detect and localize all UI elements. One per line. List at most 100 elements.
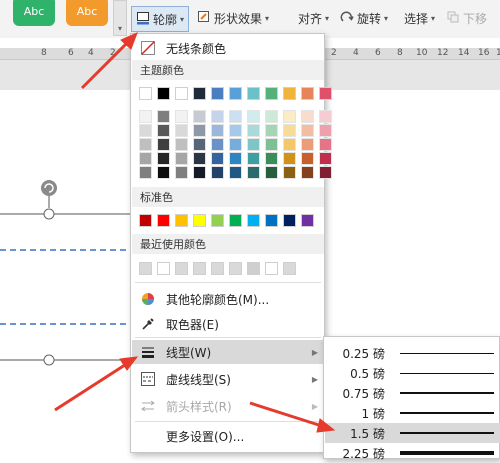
theme-color-shade-swatch[interactable] bbox=[247, 138, 260, 151]
theme-color-shade-swatch[interactable] bbox=[139, 166, 152, 179]
standard-color-swatch[interactable] bbox=[157, 214, 170, 227]
theme-color-shade-swatch[interactable] bbox=[319, 124, 332, 137]
theme-color-shade-swatch[interactable] bbox=[193, 138, 206, 151]
recent-color-swatch[interactable] bbox=[265, 262, 278, 275]
shape-style-tile-green[interactable]: Abc bbox=[13, 0, 55, 26]
standard-color-swatch[interactable] bbox=[265, 214, 278, 227]
theme-color-swatch[interactable] bbox=[211, 87, 224, 100]
theme-color-shade-swatch[interactable] bbox=[265, 138, 278, 151]
recent-color-swatch[interactable] bbox=[211, 262, 224, 275]
standard-color-swatch[interactable] bbox=[283, 214, 296, 227]
theme-color-swatch[interactable] bbox=[247, 87, 260, 100]
select-button[interactable]: 选择 ▾ bbox=[404, 10, 435, 27]
theme-color-shade-swatch[interactable] bbox=[301, 166, 314, 179]
rotate-button[interactable]: 旋转 ▾ bbox=[340, 10, 388, 27]
theme-color-shade-swatch[interactable] bbox=[139, 138, 152, 151]
line-weight-option[interactable]: 1.5 磅 bbox=[325, 423, 500, 443]
theme-color-shade-swatch[interactable] bbox=[211, 138, 224, 151]
recent-color-swatch[interactable] bbox=[139, 262, 152, 275]
theme-color-shade-swatch[interactable] bbox=[193, 166, 206, 179]
outline-button[interactable]: 轮廓 ▾ bbox=[131, 6, 190, 32]
theme-color-shade-swatch[interactable] bbox=[283, 110, 296, 123]
menu-item-more-settings[interactable]: 更多设置(O)... bbox=[132, 424, 324, 448]
theme-color-shade-swatch[interactable] bbox=[301, 110, 314, 123]
theme-color-swatch[interactable] bbox=[193, 87, 206, 100]
theme-color-shade-swatch[interactable] bbox=[265, 124, 278, 137]
theme-color-shade-swatch[interactable] bbox=[157, 138, 170, 151]
theme-color-shade-swatch[interactable] bbox=[229, 110, 242, 123]
theme-color-shade-swatch[interactable] bbox=[247, 110, 260, 123]
theme-color-shade-swatch[interactable] bbox=[301, 152, 314, 165]
line-weight-option[interactable]: 0.5 磅 bbox=[325, 363, 500, 383]
theme-color-shade-swatch[interactable] bbox=[139, 152, 152, 165]
standard-color-swatch[interactable] bbox=[139, 214, 152, 227]
style-gallery-more-button[interactable]: ▾ bbox=[113, 0, 127, 36]
theme-color-shade-swatch[interactable] bbox=[283, 166, 296, 179]
menu-item-no-line-color[interactable]: 无线条颜色 bbox=[132, 36, 324, 60]
theme-color-shade-swatch[interactable] bbox=[193, 110, 206, 123]
menu-item-dash-style[interactable]: 虚线线型(S) ▶ bbox=[132, 367, 324, 391]
theme-color-shade-swatch[interactable] bbox=[283, 138, 296, 151]
theme-color-shade-swatch[interactable] bbox=[247, 124, 260, 137]
menu-item-arrow-style[interactable]: 箭头样式(R) ▶ bbox=[132, 394, 324, 418]
theme-color-shade-swatch[interactable] bbox=[247, 152, 260, 165]
theme-color-swatch[interactable] bbox=[229, 87, 242, 100]
line-weight-option[interactable]: 0.25 磅 bbox=[325, 343, 500, 363]
theme-color-shade-swatch[interactable] bbox=[193, 152, 206, 165]
theme-color-shade-swatch[interactable] bbox=[301, 124, 314, 137]
shape-style-tile-orange[interactable]: Abc bbox=[66, 0, 108, 26]
recent-color-swatch[interactable] bbox=[175, 262, 188, 275]
line-weight-option[interactable]: 2.25 磅 bbox=[325, 443, 500, 463]
theme-color-swatch[interactable] bbox=[139, 87, 152, 100]
theme-color-shade-swatch[interactable] bbox=[175, 110, 188, 123]
standard-color-swatch[interactable] bbox=[193, 214, 206, 227]
recent-color-swatch[interactable] bbox=[283, 262, 296, 275]
standard-color-swatch[interactable] bbox=[229, 214, 242, 227]
theme-color-swatch[interactable] bbox=[175, 87, 188, 100]
theme-color-shade-swatch[interactable] bbox=[139, 110, 152, 123]
theme-color-swatch[interactable] bbox=[319, 87, 332, 100]
theme-color-shade-swatch[interactable] bbox=[247, 166, 260, 179]
theme-color-shade-swatch[interactable] bbox=[139, 124, 152, 137]
standard-color-swatch[interactable] bbox=[247, 214, 260, 227]
theme-color-shade-swatch[interactable] bbox=[193, 124, 206, 137]
standard-color-swatch[interactable] bbox=[211, 214, 224, 227]
shape-effect-button[interactable]: 形状效果 ▾ bbox=[197, 10, 269, 27]
theme-color-shade-swatch[interactable] bbox=[319, 138, 332, 151]
recent-color-swatch[interactable] bbox=[247, 262, 260, 275]
theme-color-shade-swatch[interactable] bbox=[229, 124, 242, 137]
recent-color-swatch[interactable] bbox=[229, 262, 242, 275]
theme-color-shade-swatch[interactable] bbox=[283, 152, 296, 165]
theme-color-shade-swatch[interactable] bbox=[211, 152, 224, 165]
theme-color-shade-swatch[interactable] bbox=[211, 110, 224, 123]
theme-color-shade-swatch[interactable] bbox=[211, 166, 224, 179]
theme-color-shade-swatch[interactable] bbox=[175, 166, 188, 179]
recent-color-swatch[interactable] bbox=[157, 262, 170, 275]
theme-color-shade-swatch[interactable] bbox=[175, 138, 188, 151]
theme-color-shade-swatch[interactable] bbox=[211, 124, 224, 137]
line-weight-option[interactable]: 0.75 磅 bbox=[325, 383, 500, 403]
theme-color-shade-swatch[interactable] bbox=[319, 152, 332, 165]
theme-color-shade-swatch[interactable] bbox=[229, 152, 242, 165]
theme-color-shade-swatch[interactable] bbox=[175, 124, 188, 137]
align-button[interactable]: 对齐 ▾ bbox=[298, 10, 329, 27]
theme-color-shade-swatch[interactable] bbox=[265, 166, 278, 179]
theme-color-shade-swatch[interactable] bbox=[157, 110, 170, 123]
menu-item-eyedropper[interactable]: 取色器(E) bbox=[132, 312, 324, 336]
theme-color-swatch[interactable] bbox=[283, 87, 296, 100]
theme-color-swatch[interactable] bbox=[265, 87, 278, 100]
theme-color-shade-swatch[interactable] bbox=[283, 124, 296, 137]
theme-color-shade-swatch[interactable] bbox=[301, 138, 314, 151]
standard-color-swatch[interactable] bbox=[175, 214, 188, 227]
theme-color-shade-swatch[interactable] bbox=[319, 166, 332, 179]
move-down-button[interactable]: 下移 bbox=[446, 10, 487, 27]
menu-item-more-outline-colors[interactable]: 其他轮廓颜色(M)... bbox=[132, 287, 324, 311]
theme-color-swatch[interactable] bbox=[301, 87, 314, 100]
standard-color-swatch[interactable] bbox=[301, 214, 314, 227]
theme-color-shade-swatch[interactable] bbox=[319, 110, 332, 123]
theme-color-shade-swatch[interactable] bbox=[265, 110, 278, 123]
theme-color-swatch[interactable] bbox=[157, 87, 170, 100]
theme-color-shade-swatch[interactable] bbox=[157, 124, 170, 137]
recent-color-swatch[interactable] bbox=[193, 262, 206, 275]
theme-color-shade-swatch[interactable] bbox=[229, 166, 242, 179]
